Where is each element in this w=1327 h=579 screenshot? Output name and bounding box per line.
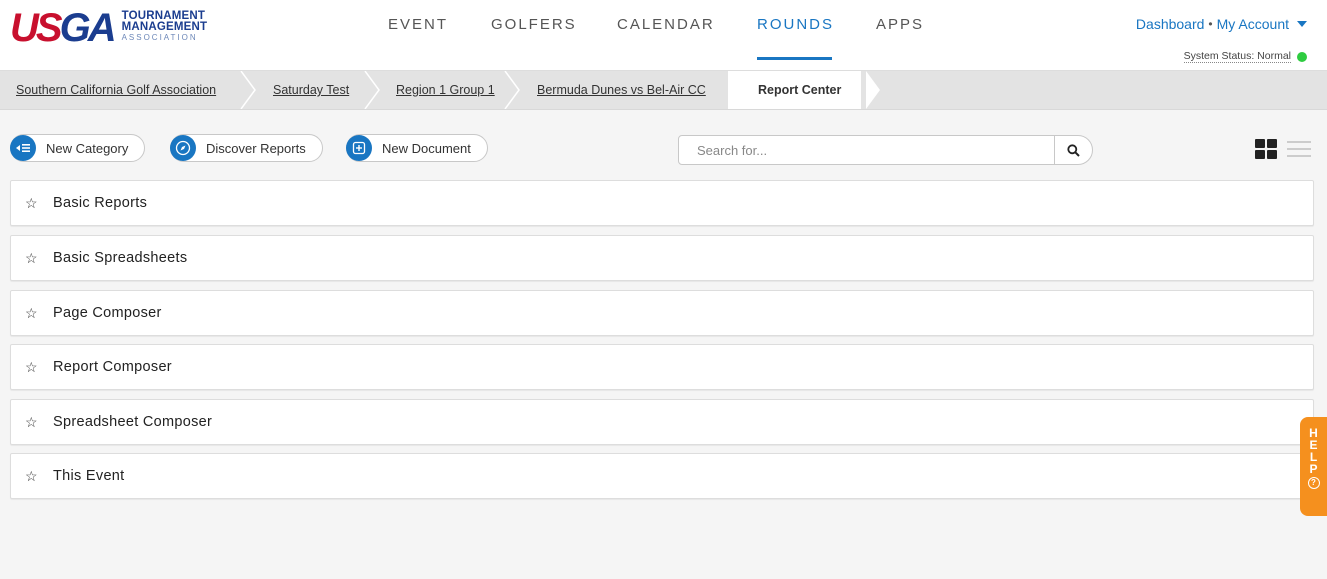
new-category-button[interactable]: New Category [10, 134, 146, 162]
category-name: This Event [53, 468, 125, 484]
my-account-link[interactable]: My Account [1217, 16, 1289, 32]
dashboard-link[interactable]: Dashboard [1136, 16, 1205, 32]
discover-reports-button[interactable]: Discover Reports [170, 134, 323, 162]
list-view-icon[interactable] [1287, 140, 1311, 158]
help-question-icon: ? [1307, 477, 1320, 489]
nav-event[interactable]: EVENT [388, 16, 448, 33]
nav-rounds[interactable]: ROUNDS [757, 16, 834, 33]
discover-reports-label: Discover Reports [206, 140, 306, 156]
status-indicator-icon [1297, 51, 1307, 62]
star-icon[interactable]: ☆ [25, 305, 41, 322]
account-separator: • [1208, 17, 1213, 31]
star-icon[interactable]: ☆ [25, 468, 41, 485]
breadcrumb-separator-icon [504, 71, 520, 109]
new-document-icon [346, 135, 372, 161]
breadcrumb-item-association[interactable]: Southern California Golf Association [16, 71, 216, 109]
category-name: Basic Spreadsheets [53, 250, 188, 266]
breadcrumb-separator-icon [240, 71, 256, 109]
category-row[interactable]: ☆ This Event [10, 453, 1314, 499]
category-name: Page Composer [53, 305, 162, 321]
top-header: USGA TOURNAMENT MANAGEMENT ASSOCIATION E… [0, 0, 1327, 70]
category-row[interactable]: ☆ Basic Spreadsheets [10, 235, 1314, 281]
star-icon[interactable]: ☆ [25, 359, 41, 376]
breadcrumb-item-event[interactable]: Saturday Test [273, 71, 349, 109]
account-menu: Dashboard • My Account [1136, 16, 1307, 32]
system-status: System Status: Normal [1183, 50, 1307, 63]
new-category-label: New Category [46, 140, 129, 156]
breadcrumb-item-round[interactable]: Region 1 Group 1 [396, 71, 495, 109]
new-document-button[interactable]: New Document [346, 134, 488, 162]
category-name: Spreadsheet Composer [53, 414, 213, 430]
nav-golfers[interactable]: GOLFERS [491, 16, 577, 33]
category-row[interactable]: ☆ Spreadsheet Composer [10, 399, 1314, 445]
breadcrumb: Southern California Golf Association Sat… [0, 70, 1327, 110]
caret-down-icon[interactable] [1297, 21, 1307, 27]
category-row[interactable]: ☆ Page Composer [10, 290, 1314, 336]
help-tab[interactable]: H E L P ? [1300, 417, 1327, 516]
star-icon[interactable]: ☆ [25, 250, 41, 267]
nav-calendar[interactable]: CALENDAR [617, 16, 715, 33]
breadcrumb-item-current: Report Center [728, 71, 862, 109]
active-nav-indicator [757, 57, 832, 60]
grid-view-icon[interactable] [1255, 139, 1277, 159]
search-icon [1067, 143, 1080, 157]
help-letter: P [1309, 462, 1318, 476]
breadcrumb-item-match[interactable]: Bermuda Dunes vs Bel-Air CC [537, 71, 706, 109]
add-category-icon [10, 135, 36, 161]
system-status-label[interactable]: System Status: Normal [1183, 50, 1291, 63]
category-name: Basic Reports [53, 195, 148, 211]
compass-icon [170, 135, 196, 161]
search-box [678, 135, 1093, 165]
category-row[interactable]: ☆ Report Composer [10, 344, 1314, 390]
category-row[interactable]: ☆ Basic Reports [10, 180, 1314, 226]
category-name: Report Composer [53, 359, 172, 375]
breadcrumb-separator-icon [364, 71, 380, 109]
star-icon[interactable]: ☆ [25, 195, 41, 212]
nav-apps[interactable]: APPS [876, 16, 924, 33]
search-input[interactable] [679, 136, 1054, 164]
new-document-label: New Document [382, 140, 471, 156]
star-icon[interactable]: ☆ [25, 414, 41, 431]
breadcrumb-current-arrow [866, 71, 880, 109]
main-nav: EVENT GOLFERS CALENDAR ROUNDS APPS [0, 16, 1327, 60]
search-button[interactable] [1054, 136, 1092, 164]
